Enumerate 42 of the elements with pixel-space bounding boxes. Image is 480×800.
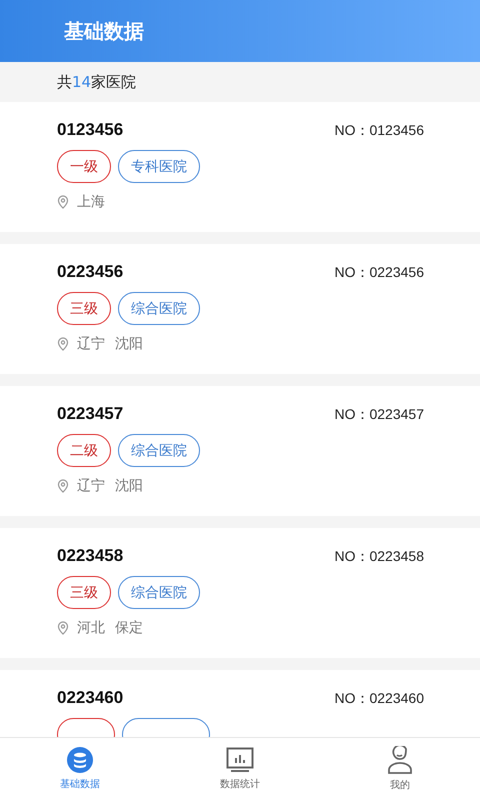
location-text: 辽宁 [77,477,105,495]
location-text: 辽宁 [77,335,105,353]
tab-item[interactable]: 我的 [320,738,480,800]
location-text: 河北 [77,619,105,637]
type-tag: 综合医院 [118,576,200,609]
hospital-name: 0123456 [57,120,124,140]
location-icon [57,479,69,493]
hospital-number: NO：0223457 [334,406,424,424]
hospital-card[interactable]: 0223458 NO：0223458 三级 综合医院 河北 保定 [0,528,480,658]
hospital-card[interactable]: 0123456 NO：0123456 一级 专科医院 上海 [0,102,480,232]
hospital-name: 0223460 [57,688,124,708]
location-text: 上海 [77,193,105,211]
hospital-number: NO：0223456 [334,264,424,282]
database-icon [67,747,93,773]
location-text: 沈阳 [115,335,143,353]
grade-tag: 二级 [57,434,111,467]
hospital-number: NO：0223458 [334,548,424,566]
page-title: 基础数据 [64,18,144,44]
hospital-number: NO：0223460 [334,690,424,708]
tab-item[interactable]: 基础数据 [0,738,160,800]
location-text: 保定 [115,619,143,637]
hospital-count-text: 共14家医院 [57,72,136,92]
grade-tag: 三级 [57,292,111,325]
hospital-card[interactable]: 0223460 NO：0223460 [0,670,480,737]
hospital-name: 0223456 [57,262,124,282]
hospital-name: 0223457 [57,404,124,424]
location-icon [57,195,69,209]
type-tag: 专科医院 [118,150,200,183]
tab-item[interactable]: 数据统计 [160,738,320,800]
grade-tag: 三级 [57,576,111,609]
hospital-card[interactable]: 0223457 NO：0223457 二级 综合医院 辽宁 沈阳 [0,386,480,516]
chart-icon [226,747,254,773]
hospital-card[interactable]: 0223456 NO：0223456 三级 综合医院 辽宁 沈阳 [0,244,480,374]
type-tag: 综合医院 [118,434,200,467]
grade-tag: 一级 [57,150,111,183]
location-icon [57,621,69,635]
type-tag: 综合医院 [118,292,200,325]
location-text: 沈阳 [115,477,143,495]
location-icon [57,337,69,351]
hospital-name: 0223458 [57,546,124,566]
person-icon [387,746,413,774]
hospital-number: NO：0123456 [334,122,424,140]
